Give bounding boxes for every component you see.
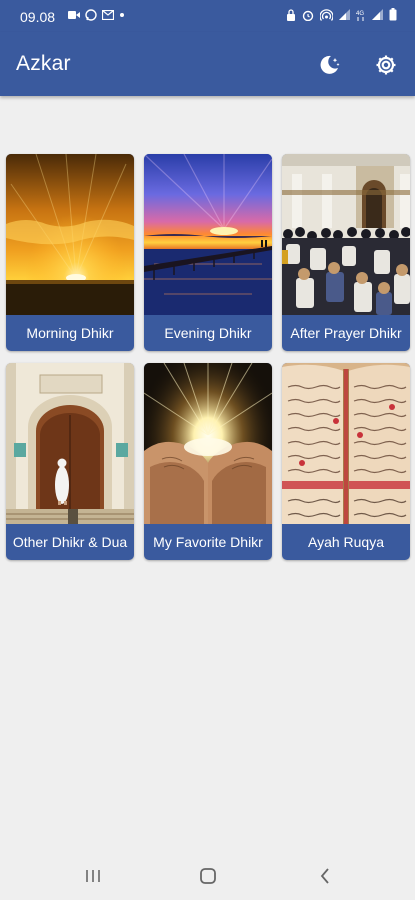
status-right-icons: 4G [286,8,397,21]
navigation-bar [0,852,415,900]
settings-button[interactable] [373,52,399,78]
praying-hands-image [144,363,272,524]
menu-card-evening-dhikr[interactable]: Evening Dhikr [144,154,272,351]
battery-icon [389,8,397,21]
signal-icon [372,9,383,20]
home-button[interactable] [193,864,223,888]
svg-text:4G: 4G [356,11,364,17]
mosque-crowd-image [282,154,410,315]
mosque-door-image [6,363,134,524]
status-bar: 09.08 4G [0,0,415,32]
menu-card-label: Ayah Ruqya [307,534,384,550]
menu-card-ayah-ruqya[interactable]: Ayah Ruqya [282,363,410,560]
video-icon [68,11,80,19]
menu-card-other-dhikr-dua[interactable]: Other Dhikr & Dua [6,363,134,560]
menu-card-label: After Prayer Dhikr [290,325,402,341]
menu-card-after-prayer-dhikr[interactable]: After Prayer Dhikr [282,154,410,351]
whatsapp-icon [85,9,97,21]
lock-icon [287,8,295,21]
sunset-pier-image [144,154,272,315]
back-icon [320,868,329,884]
back-button[interactable] [310,864,340,888]
4g-icon: 4G [356,11,364,21]
menu-card-label: Morning Dhikr [26,325,114,341]
hotspot-icon [320,8,333,21]
gear-icon [376,55,396,75]
status-left-icons [68,9,125,21]
quran-book-image [282,363,410,524]
menu-card-label: Other Dhikr & Dua [12,534,128,550]
recents-icon [86,870,100,882]
signal-icon [339,9,350,20]
app-title: Azkar [16,52,71,75]
recents-button[interactable] [78,864,108,888]
menu-card-label: My Favorite Dhikr [153,534,263,550]
moon-icon [320,55,340,74]
sunrise-image [6,154,134,315]
app-bar: Azkar [0,32,415,96]
gmail-icon [102,10,114,20]
menu-card-label: Evening Dhikr [164,325,252,341]
night-mode-button[interactable] [316,52,342,78]
alarm-icon [302,10,314,21]
home-icon [200,868,216,884]
dot-icon [120,13,124,17]
menu-card-morning-dhikr[interactable]: Morning Dhikr [6,154,134,351]
status-time: 09.08 [20,9,56,25]
menu-card-my-favorite-dhikr[interactable]: My Favorite Dhikr [144,363,272,560]
